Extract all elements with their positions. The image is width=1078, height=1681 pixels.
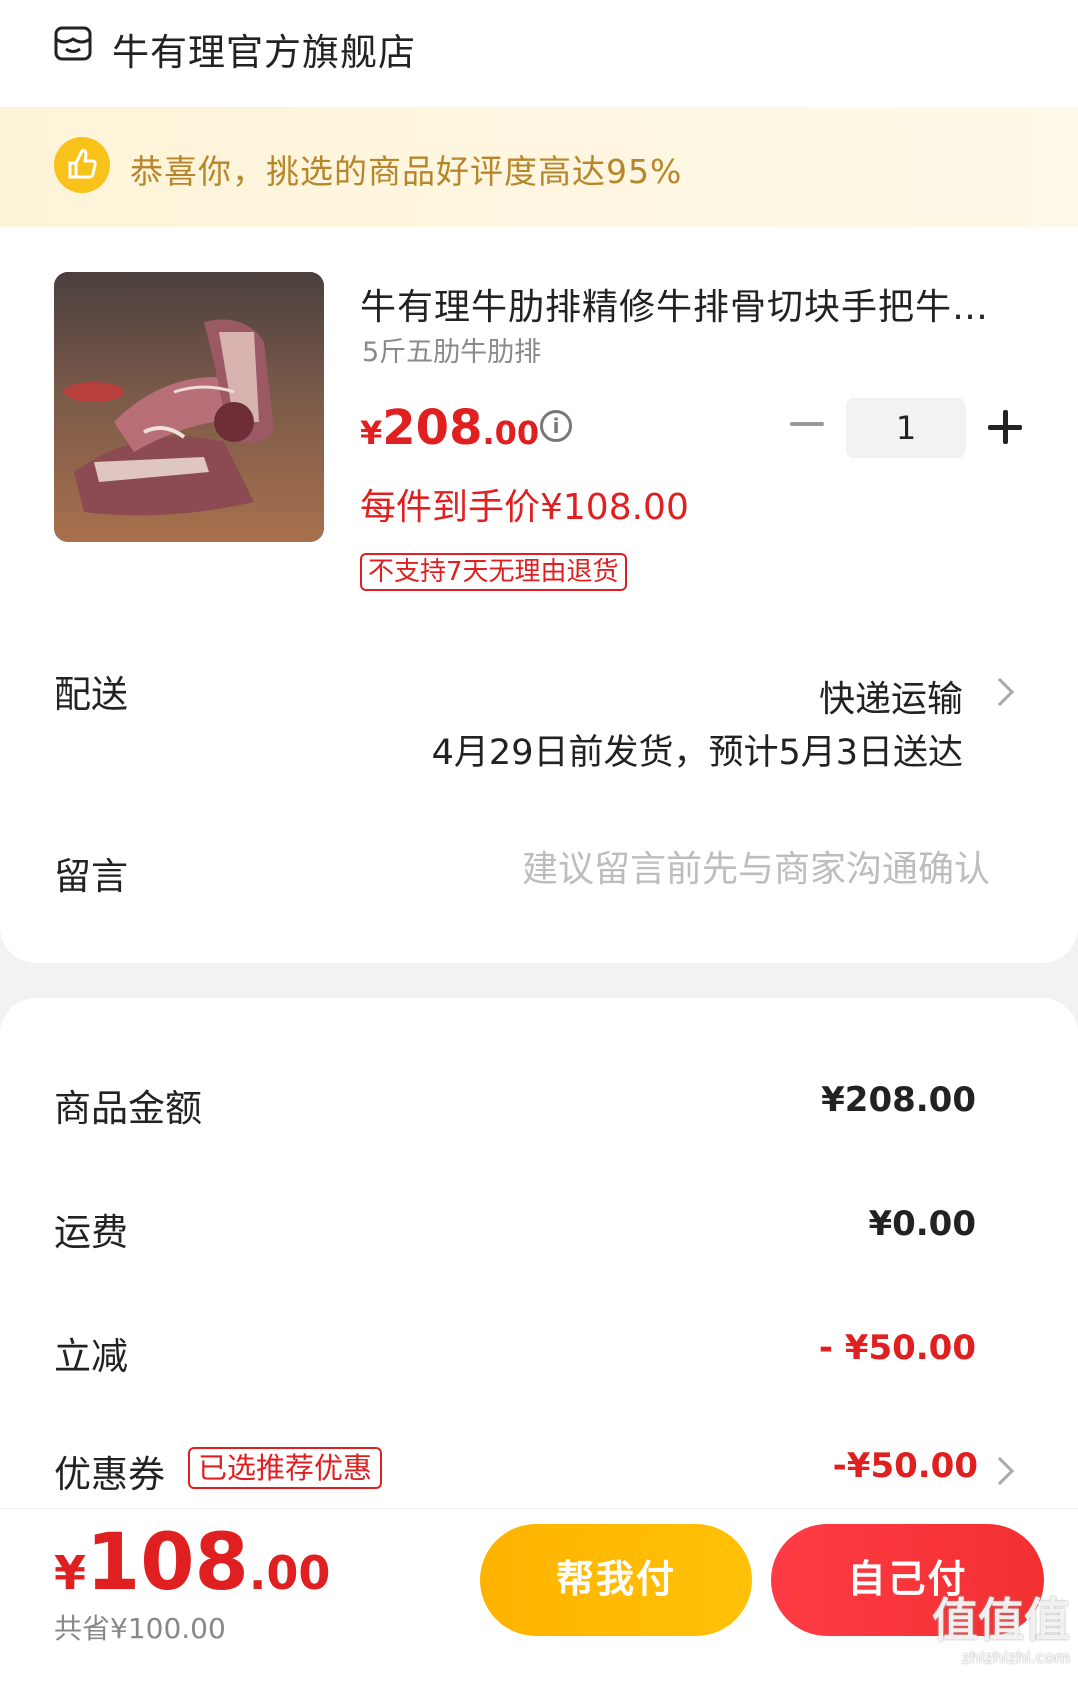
final-unit-price: 每件到手价¥108.00 xyxy=(360,487,689,528)
coupon-label: 优惠券 xyxy=(54,1453,165,1496)
message-label: 留言 xyxy=(54,855,128,898)
coupon-value[interactable]: -¥50.00 xyxy=(833,1446,978,1486)
quantity-value[interactable]: 1 xyxy=(846,398,966,458)
watermark-url: zhizhizhi.com xyxy=(961,1648,1070,1667)
no-return-tag: 不支持7天无理由退货 xyxy=(360,553,627,591)
banner-text: 恭喜你，挑选的商品好评度高达95% xyxy=(130,152,683,191)
price-integer: 208 xyxy=(382,400,483,456)
goods-amount-value: ¥208.00 xyxy=(821,1080,976,1120)
delivery-date: 4月29日前发货，预计5月3日送达 xyxy=(431,733,963,773)
goods-amount-label: 商品金额 xyxy=(54,1087,202,1130)
delivery-method[interactable]: 快递运输 xyxy=(819,670,963,722)
store-name: 牛有理官方旗舰店 xyxy=(112,31,416,74)
message-input[interactable] xyxy=(430,846,990,892)
help-pay-button[interactable]: 帮我付 xyxy=(480,1524,752,1636)
watermark-logo: 值值值 xyxy=(932,1593,1070,1647)
thumbs-up-icon xyxy=(54,137,110,193)
watermark: 值值值 zhizhizhi.com xyxy=(910,1592,1070,1672)
price-decimal: .00 xyxy=(482,414,540,452)
total-currency: ¥ xyxy=(54,1546,87,1600)
total-saved: 共省¥100.00 xyxy=(54,1612,226,1645)
coupon-recommended-tag: 已选推荐优惠 xyxy=(188,1447,383,1489)
store-header[interactable]: 牛有理官方旗舰店 xyxy=(0,0,1078,107)
shipping-fee-label: 运费 xyxy=(54,1211,128,1254)
discount-label: 立减 xyxy=(54,1335,128,1378)
store-icon xyxy=(54,26,92,61)
quantity-increase-button[interactable] xyxy=(988,410,1022,444)
info-icon[interactable]: i xyxy=(540,410,572,442)
rating-banner: 恭喜你，挑选的商品好评度高达95% xyxy=(0,107,1078,227)
product-image[interactable] xyxy=(54,272,324,542)
quantity-decrease-button[interactable] xyxy=(790,410,824,438)
total-price: ¥108.00 xyxy=(54,1518,330,1608)
total-integer: 108 xyxy=(86,1518,249,1608)
discount-value: - ¥50.00 xyxy=(818,1328,976,1368)
total-decimal: .00 xyxy=(248,1546,331,1600)
product-title[interactable]: 牛有理牛肋排精修牛排骨切块手把牛… xyxy=(360,278,1025,330)
price-currency: ¥ xyxy=(360,414,383,452)
shipping-fee-value: ¥0.00 xyxy=(868,1204,976,1244)
order-card: 牛有理官方旗舰店 恭喜你，挑选的商品好评度高达95% 牛有理牛肋排精修牛排骨切块… xyxy=(0,0,1078,963)
delivery-label: 配送 xyxy=(54,673,128,716)
product-spec[interactable]: 5斤五肋牛肋排 xyxy=(362,330,541,369)
chevron-right-icon[interactable] xyxy=(985,677,1015,707)
product-price: ¥208.00 xyxy=(360,400,539,456)
